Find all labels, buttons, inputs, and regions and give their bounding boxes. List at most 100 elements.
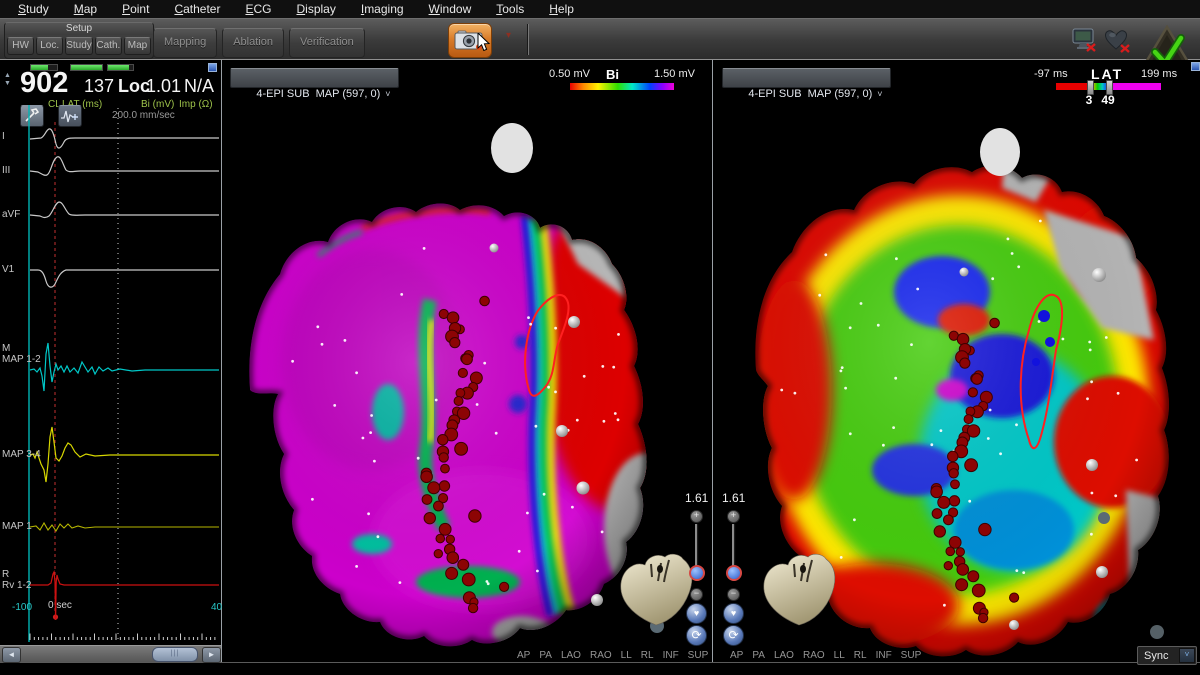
scroll-right-button[interactable]: ► <box>202 647 221 663</box>
orientation-button[interactable]: INF <box>663 650 679 661</box>
scale-name-label: Bi <box>606 67 619 82</box>
lead-label: MAP 1-2 <box>2 354 41 365</box>
lead-label: III <box>2 165 10 176</box>
lat-color-scale-bar <box>1056 83 1161 90</box>
map-selector-left[interactable]: 4-EPI SUB MAP (597, 0)˅ <box>230 68 399 88</box>
bipolar-map-rendering[interactable] <box>222 60 712 662</box>
carto-application-window: { "menubar": { "items": [ {"label": "Stu… <box>0 0 1200 675</box>
orientation-button[interactable]: AP <box>730 650 743 661</box>
snapshot-dropdown-caret[interactable]: ▾ <box>506 30 511 41</box>
zoom-in-button[interactable]: + <box>727 510 740 523</box>
lead-label: aVF <box>2 209 20 220</box>
setup-button[interactable]: Loc. <box>36 37 63 55</box>
menu-bar: Study Map Point Catheter ECG Display Imaging Wi… <box>0 0 1200 18</box>
setup-group-title: Setup <box>5 23 153 35</box>
orientation-reference-heart[interactable] <box>764 554 835 625</box>
chevron-down-icon: ˅ <box>385 89 390 99</box>
zoom-in-button[interactable]: + <box>690 510 703 523</box>
scale-max-label: 1.50 mV <box>654 68 695 80</box>
orientation-button[interactable]: RAO <box>803 650 825 661</box>
menu-item[interactable]: Catheter <box>174 2 220 16</box>
menu-item[interactable]: Point <box>122 2 149 16</box>
map-title-text: 4-EPI SUB MAP (597, 0) <box>256 88 380 100</box>
scrollbar-thumb[interactable]: ||| <box>152 647 198 662</box>
bipolar-map-viewport[interactable]: 4-EPI SUB MAP (597, 0)˅ 0.50 mV Bi 1.50 … <box>222 60 713 662</box>
mouse-cursor <box>477 33 491 53</box>
sync-dropdown[interactable]: Sync ˅ <box>1137 646 1197 665</box>
menu-item[interactable]: Study <box>18 2 49 16</box>
ecg-scrollbar[interactable]: ◄ ||| ► <box>0 645 221 662</box>
center-heart-button[interactable]: ♥ <box>723 603 744 624</box>
ecg-panel: ▲ ▼ 902 CL 137 LAT (ms) Loc 1.01 Bi (mV)… <box>0 60 222 662</box>
lat-map-viewport[interactable]: 4-EPI SUB MAP (597, 0)˅ -97 ms LAT 199 m… <box>714 60 1200 662</box>
heart-signal-status-icon[interactable] <box>1104 29 1132 53</box>
orientation-button[interactable]: PA <box>752 650 765 661</box>
lead-label: V1 <box>2 264 14 275</box>
zoom-out-button[interactable]: − <box>690 588 703 601</box>
location-system-status-icon[interactable] <box>1072 28 1098 53</box>
lead-label: I <box>2 131 5 142</box>
toolbar-separator <box>527 24 529 55</box>
menu-item[interactable]: Map <box>74 2 97 16</box>
scale-min-label: -97 ms <box>1034 68 1068 80</box>
orientation-button[interactable]: PA <box>539 650 552 661</box>
mode-buttons: MappingAblationVerification <box>153 28 365 58</box>
zoom-slider-track[interactable] <box>732 524 734 568</box>
orientation-button[interactable]: SUP <box>901 650 922 661</box>
mode-button[interactable]: Ablation <box>222 28 284 58</box>
zoom-level-value: 1.61 <box>685 491 708 505</box>
rotate-view-button[interactable]: ⟳ <box>686 625 707 646</box>
setup-button[interactable]: Cath. <box>95 37 122 55</box>
scroll-left-button[interactable]: ◄ <box>2 647 21 663</box>
mode-button[interactable]: Mapping <box>153 28 217 58</box>
orientation-button[interactable]: LL <box>834 650 845 661</box>
zoom-out-button[interactable]: − <box>727 588 740 601</box>
setup-button[interactable]: Study <box>65 37 93 55</box>
map-selector-right[interactable]: 4-EPI SUB MAP (597, 0)˅ <box>722 68 891 88</box>
menu-item[interactable]: ECG <box>245 2 271 16</box>
setup-button[interactable]: Map <box>124 37 151 55</box>
rotate-view-button[interactable]: ⟳ <box>723 625 744 646</box>
orientation-button[interactable]: RL <box>641 650 654 661</box>
zoom-slider-track[interactable] <box>695 524 697 568</box>
mode-button[interactable]: Verification <box>289 28 365 58</box>
chevron-down-icon: ˅ <box>877 89 882 99</box>
menu-item[interactable]: Tools <box>496 2 524 16</box>
orientation-reference-heart[interactable] <box>621 554 692 625</box>
lead-label: Rv 1-2 <box>2 580 31 591</box>
bipolar-color-scale-bar <box>570 83 674 90</box>
zoom-slider-handle[interactable] <box>689 565 705 581</box>
lat-scale-magenta-segment <box>1111 83 1161 90</box>
orientation-buttons: AP PA LAO RAO LL RL INF SUP <box>730 650 921 661</box>
orientation-button[interactable]: LAO <box>774 650 794 661</box>
orientation-button[interactable]: RAO <box>590 650 612 661</box>
orientation-button[interactable]: LAO <box>561 650 581 661</box>
chevron-down-icon[interactable]: ˅ <box>1179 648 1195 663</box>
menu-item[interactable]: Display <box>296 2 335 16</box>
lead-group-label: R <box>2 569 9 580</box>
setup-buttons: HWLoc.StudyCath.Map <box>5 35 153 55</box>
workspace: ▲ ▼ 902 CL 137 LAT (ms) Loc 1.01 Bi (mV)… <box>0 60 1200 663</box>
orientation-button[interactable]: INF <box>876 650 892 661</box>
map-title-text: 4-EPI SUB MAP (597, 0) <box>748 88 872 100</box>
setup-group: Setup HWLoc.StudyCath.Map <box>4 22 154 59</box>
reference-electrode-marker <box>491 123 533 173</box>
lat-threshold-low-value: 3 <box>1081 93 1097 107</box>
orientation-buttons: AP PA LAO RAO LL RL INF SUP <box>517 650 708 661</box>
time-start-label: -100 <box>12 602 32 613</box>
main-toolbar: Setup HWLoc.StudyCath.Map MappingAblatio… <box>0 18 1200 60</box>
panel-maximize-icon[interactable] <box>1191 62 1200 71</box>
lat-threshold-high-value: 49 <box>1100 93 1116 107</box>
center-heart-button[interactable]: ♥ <box>686 603 707 624</box>
orientation-button[interactable]: RL <box>854 650 867 661</box>
zoom-slider-handle[interactable] <box>726 565 742 581</box>
time-ruler <box>30 634 215 641</box>
lat-map-rendering[interactable] <box>714 60 1200 662</box>
menu-item[interactable]: Imaging <box>361 2 404 16</box>
orientation-button[interactable]: SUP <box>688 650 709 661</box>
setup-button[interactable]: HW <box>7 37 34 55</box>
menu-item[interactable]: Window <box>429 2 472 16</box>
menu-item[interactable]: Help <box>549 2 574 16</box>
orientation-button[interactable]: AP <box>517 650 530 661</box>
orientation-button[interactable]: LL <box>621 650 632 661</box>
